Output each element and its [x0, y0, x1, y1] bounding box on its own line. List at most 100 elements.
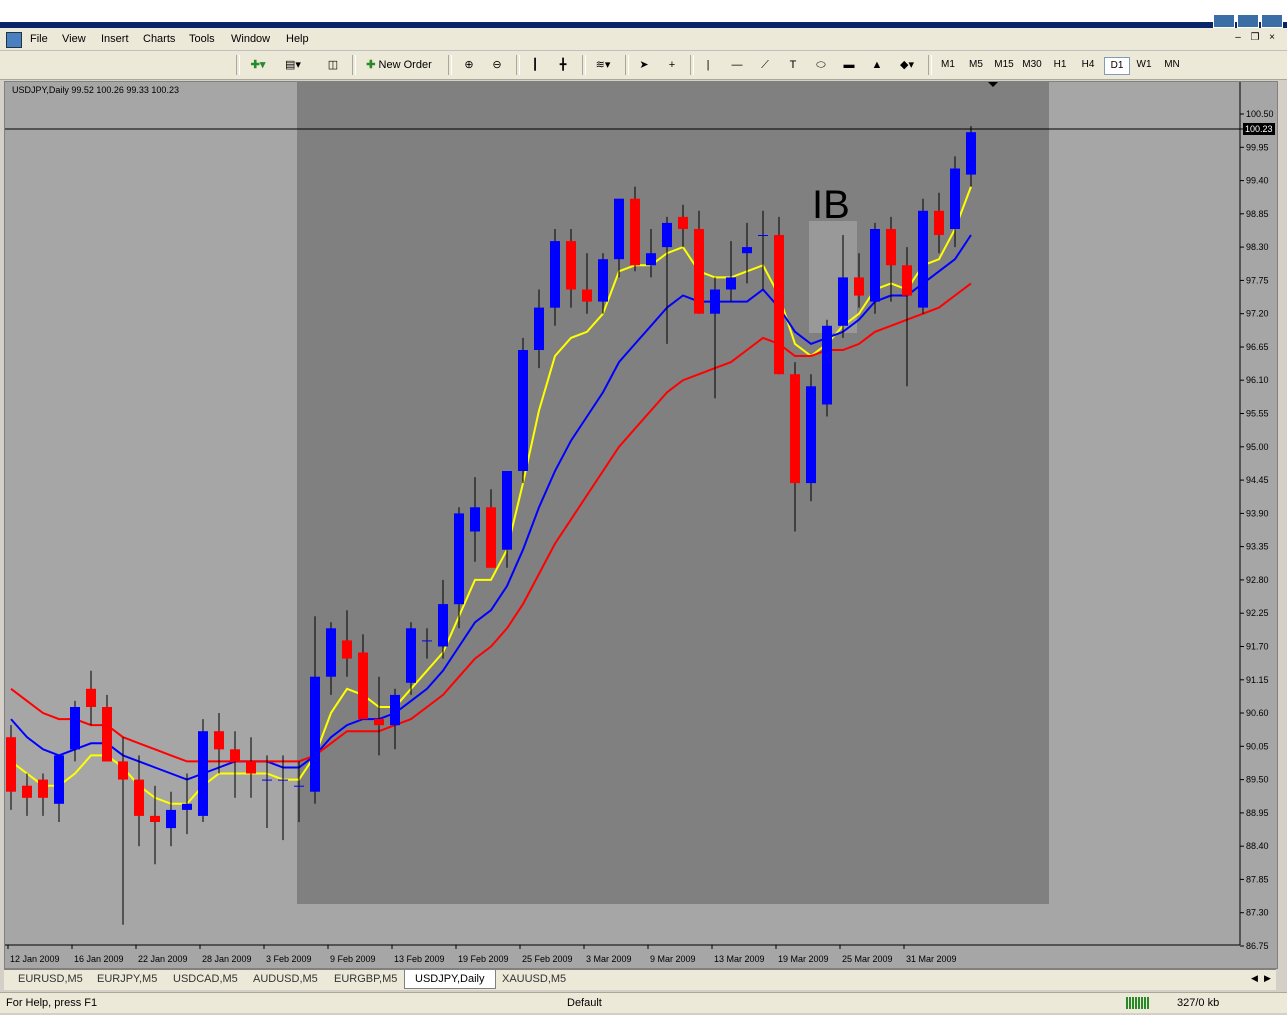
menu-view[interactable]: View [62, 33, 86, 45]
menu-tools[interactable]: Tools [189, 33, 215, 45]
tab-usdjpy[interactable]: USDJPY,Daily [404, 970, 496, 989]
new-chart-icon[interactable]: ✚▾ [245, 55, 271, 75]
chart-shift-icon[interactable]: ┃ [524, 55, 546, 75]
candle-body [902, 265, 912, 296]
highlight-zone [297, 82, 1049, 904]
menu-charts[interactable]: Charts [143, 33, 175, 45]
candle-body [262, 779, 272, 781]
candle-body [342, 640, 352, 659]
timeframe-h4[interactable]: H4 [1076, 57, 1100, 73]
price-tick-label: 97.20 [1246, 309, 1269, 319]
tab-usdcad[interactable]: USDCAD,M5 [163, 970, 248, 988]
candle-body [246, 761, 256, 774]
candle-body [726, 277, 736, 290]
chart-window[interactable]: IB USDJPY,Daily 99.52 100.26 99.33 100.2… [4, 81, 1278, 969]
timeframe-mn[interactable]: MN [1160, 57, 1184, 73]
title-bar [0, 0, 1287, 28]
menu-file[interactable]: File [30, 33, 48, 45]
horizontal-line-icon[interactable]: — [726, 55, 748, 75]
candle-body [886, 229, 896, 266]
date-tick-label: 9 Mar 2009 [650, 954, 696, 964]
indicators-icon[interactable]: ≋▾ [590, 55, 616, 75]
candle-body [150, 815, 160, 822]
candle-body [102, 707, 112, 762]
mdi-minimize-icon[interactable]: – [1231, 32, 1245, 45]
price-tick-label: 92.25 [1246, 608, 1269, 618]
price-tick-label: 99.40 [1246, 176, 1269, 186]
mdi-close-icon[interactable]: × [1265, 32, 1279, 45]
vertical-line-icon[interactable]: | [697, 55, 719, 75]
menu-window[interactable]: Window [231, 33, 270, 45]
price-tick-label: 86.75 [1246, 941, 1269, 951]
candle-body [854, 277, 864, 296]
timeframe-d1[interactable]: D1 [1104, 57, 1130, 75]
tab-xauusd[interactable]: XAUUSD,M5 [492, 970, 576, 988]
tab-scroll-right-icon[interactable]: ▶ [1264, 973, 1271, 984]
ib-annotation: IB [812, 183, 850, 227]
auto-scroll-icon[interactable]: ╋ [552, 55, 574, 75]
status-traffic: 327/0 kb [1177, 997, 1220, 1009]
date-tick-label: 13 Feb 2009 [394, 954, 445, 964]
tab-scroll-left-icon[interactable]: ◀ [1251, 973, 1258, 984]
candle-body [774, 235, 784, 375]
maximize-button[interactable] [1237, 14, 1259, 28]
timeframe-m1[interactable]: M1 [936, 57, 960, 73]
toolbar-separator [690, 55, 694, 75]
candle-body [438, 604, 448, 647]
crosshair-icon[interactable]: + [661, 55, 683, 75]
zoom-out-icon[interactable]: ⊖ [486, 55, 508, 75]
profiles-icon[interactable]: ▤▾ [280, 55, 306, 75]
tab-audusd[interactable]: AUDUSD,M5 [243, 970, 328, 988]
current-price-label: 100.23 [1245, 124, 1273, 134]
candle-body [966, 132, 976, 175]
candle-body [454, 513, 464, 605]
status-help-text: For Help, press F1 [6, 997, 98, 1009]
price-tick-label: 91.15 [1246, 675, 1269, 685]
date-tick-label: 22 Jan 2009 [138, 954, 188, 964]
toolbar-separator [236, 55, 240, 75]
tab-eurgbp[interactable]: EURGBP,M5 [324, 970, 407, 988]
cursor-icon[interactable]: ➤ [633, 55, 655, 75]
tab-eurjpy[interactable]: EURJPY,M5 [87, 970, 167, 988]
toolbar: ✚▾ ▤▾ ◫ ✚ New Order ⊕ ⊖ ┃ ╋ ≋▾ ➤ + | — ⟋… [0, 51, 1287, 80]
triangle-icon[interactable]: ▲ [866, 55, 888, 75]
timeframe-m30[interactable]: M30 [1020, 57, 1044, 73]
trendline-icon[interactable]: ⟋ [754, 55, 776, 75]
rectangle-icon[interactable]: ▬ [838, 55, 860, 75]
price-tick-label: 88.40 [1246, 841, 1269, 851]
chart-window-icon[interactable] [6, 32, 22, 48]
tab-eurusd[interactable]: EURUSD,M5 [8, 970, 93, 988]
candle-body [406, 628, 416, 683]
status-bar: For Help, press F1 Default 327/0 kb [0, 992, 1287, 1013]
date-tick-label: 13 Mar 2009 [714, 954, 765, 964]
text-tool-icon[interactable]: T [782, 55, 804, 75]
timeframe-m5[interactable]: M5 [964, 57, 988, 73]
new-order-icon: ✚ [366, 59, 376, 71]
new-order-button[interactable]: ✚ New Order [360, 55, 438, 75]
candle-body [582, 289, 592, 302]
price-tick-label: 95.55 [1246, 409, 1269, 419]
date-tick-label: 25 Mar 2009 [842, 954, 893, 964]
candle-body [934, 210, 944, 235]
candle-body [118, 761, 128, 780]
price-tick-label: 95.00 [1246, 442, 1269, 452]
menu-insert[interactable]: Insert [101, 33, 129, 45]
close-button[interactable] [1261, 14, 1283, 28]
candle-body [38, 779, 48, 798]
candle-body [598, 259, 608, 302]
ellipse-icon[interactable]: ⬭ [810, 55, 832, 75]
candle-body [534, 307, 544, 350]
arrows-icon[interactable]: ◆▾ [894, 55, 920, 75]
minimize-button[interactable] [1213, 14, 1235, 28]
menu-help[interactable]: Help [286, 33, 309, 45]
candle-body [678, 216, 688, 229]
timeframe-m15[interactable]: M15 [992, 57, 1016, 73]
new-order-label: New Order [378, 59, 432, 71]
timeframe-h1[interactable]: H1 [1048, 57, 1072, 73]
navigator-icon[interactable]: ◫ [322, 55, 344, 75]
candle-body [470, 507, 480, 532]
price-chart[interactable]: IB USDJPY,Daily 99.52 100.26 99.33 100.2… [5, 82, 1277, 968]
mdi-restore-icon[interactable]: ❐ [1248, 32, 1262, 45]
zoom-in-icon[interactable]: ⊕ [458, 55, 480, 75]
timeframe-w1[interactable]: W1 [1132, 57, 1156, 73]
